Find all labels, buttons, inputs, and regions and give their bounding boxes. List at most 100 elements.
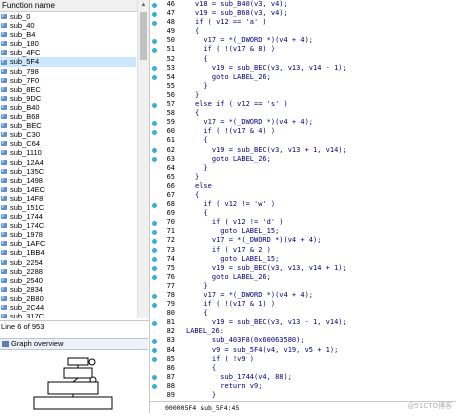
- breakpoint-dot-icon[interactable]: [152, 157, 157, 163]
- code-text[interactable]: v19 = sub_BEC(v3, v13 + 1, v14);: [179, 146, 347, 155]
- code-line[interactable]: 52 {: [150, 55, 456, 64]
- function-list-item[interactable]: sub_7F0: [0, 76, 136, 85]
- code-text[interactable]: }: [179, 173, 199, 182]
- code-text[interactable]: {: [179, 309, 207, 318]
- function-list-item[interactable]: sub_14EC: [0, 185, 136, 194]
- code-text[interactable]: {: [179, 136, 207, 145]
- code-text[interactable]: v17 = *(_DWORD *)(v4 + 4);: [179, 118, 313, 127]
- graph-overview-canvas[interactable]: [0, 350, 148, 413]
- code-text[interactable]: goto LABEL_26;: [179, 273, 271, 282]
- code-line[interactable]: 80 {: [150, 309, 456, 318]
- breakpoint-dot-icon[interactable]: [152, 129, 157, 135]
- function-list-item[interactable]: sub_40: [0, 21, 136, 30]
- function-list-item[interactable]: sub_1BB4: [0, 248, 136, 258]
- code-line[interactable]: 55 }: [150, 82, 456, 91]
- code-text[interactable]: }: [179, 391, 216, 400]
- code-line[interactable]: 68 if ( v12 != 'w' ): [150, 200, 456, 209]
- code-line[interactable]: 89 }: [150, 391, 456, 400]
- code-line[interactable]: 61 {: [150, 136, 456, 145]
- code-line[interactable]: 79 if ( !(v17 & 1) ): [150, 300, 456, 309]
- breakpoint-dot-icon[interactable]: [152, 293, 157, 299]
- code-line[interactable]: 85 if ( !v9 ): [150, 355, 456, 364]
- code-line[interactable]: 46 v18 = sub_B40(v3, v4);: [150, 0, 456, 9]
- breakpoint-dot-icon[interactable]: [152, 66, 157, 72]
- code-line[interactable]: 84 v9 = sub_5F4(v4, v19, v5 + 1);: [150, 346, 456, 355]
- code-text[interactable]: }: [179, 164, 207, 173]
- code-text[interactable]: return v9;: [179, 382, 262, 391]
- code-text[interactable]: if ( !v9 ): [179, 355, 254, 364]
- code-text[interactable]: if ( v12 != 'd' ): [179, 218, 284, 227]
- function-list-item[interactable]: sub_C30: [0, 130, 136, 139]
- breakpoint-dot-icon[interactable]: [152, 220, 157, 226]
- code-text[interactable]: if ( !(v17 & 4) ): [179, 127, 275, 136]
- code-line[interactable]: 82 LABEL_26:: [150, 327, 456, 336]
- code-text[interactable]: if ( v17 & 2 ): [179, 246, 271, 255]
- code-text[interactable]: if ( v12 != 'w' ): [179, 200, 275, 209]
- breakpoint-dot-icon[interactable]: [152, 248, 157, 254]
- code-line[interactable]: 77 }: [150, 282, 456, 291]
- code-text[interactable]: {: [179, 55, 207, 64]
- code-line[interactable]: 72 v17 = *(_DWORD *)(v4 + 4);: [150, 236, 456, 245]
- code-text[interactable]: if ( v12 == 'a' ): [179, 18, 267, 27]
- function-list-item[interactable]: sub_1110: [0, 148, 136, 158]
- code-text[interactable]: {: [179, 191, 199, 200]
- code-line[interactable]: 57 else if ( v12 == 's' ): [150, 100, 456, 109]
- function-list-item[interactable]: sub_2540: [0, 276, 136, 285]
- breakpoint-dot-icon[interactable]: [152, 202, 157, 208]
- breakpoint-dot-icon[interactable]: [152, 257, 157, 263]
- code-line[interactable]: 64 }: [150, 164, 456, 173]
- scroll-up-icon[interactable]: ▲: [138, 0, 149, 10]
- code-line[interactable]: 78 v17 = *(_DWORD *)(v4 + 4);: [150, 291, 456, 300]
- breakpoint-dot-icon[interactable]: [152, 38, 157, 44]
- code-text[interactable]: sub_1744(v4, 88);: [179, 373, 292, 382]
- function-list-item[interactable]: sub_14F8: [0, 194, 136, 203]
- function-list-item[interactable]: sub_B68: [0, 112, 136, 121]
- function-list[interactable]: sub_0sub_40sub_B4sub_180sub_4FCsub_5F4su…: [0, 12, 136, 318]
- code-text[interactable]: goto LABEL_15;: [179, 227, 279, 236]
- code-text[interactable]: v17 = *(_DWORD *)(v4 + 4);: [179, 36, 313, 45]
- function-list-item[interactable]: sub_317C: [0, 312, 136, 318]
- breakpoint-dot-icon[interactable]: [152, 75, 157, 81]
- code-text[interactable]: {: [179, 27, 199, 36]
- code-line[interactable]: 63 goto LABEL_26;: [150, 155, 456, 164]
- function-list-item[interactable]: sub_BEC: [0, 121, 136, 130]
- function-list-item[interactable]: sub_2B80: [0, 294, 136, 303]
- function-list-item[interactable]: sub_8EC: [0, 85, 136, 94]
- code-line[interactable]: 51 if ( !(v17 & 8) ): [150, 45, 456, 54]
- function-list-item[interactable]: sub_1978: [0, 230, 136, 239]
- code-line[interactable]: 67 {: [150, 191, 456, 200]
- code-text[interactable]: v18 = sub_B40(v3, v4);: [179, 0, 288, 9]
- code-line[interactable]: 76 goto LABEL_26;: [150, 273, 456, 282]
- breakpoint-dot-icon[interactable]: [152, 357, 157, 363]
- breakpoint-dot-icon[interactable]: [152, 47, 157, 53]
- code-line[interactable]: 66 else: [150, 182, 456, 191]
- breakpoint-dot-icon[interactable]: [152, 320, 157, 326]
- function-list-item[interactable]: sub_B40: [0, 103, 136, 112]
- code-line[interactable]: 54 goto LABEL_26;: [150, 73, 456, 82]
- function-list-item[interactable]: sub_9DC: [0, 94, 136, 103]
- code-text[interactable]: {: [179, 109, 199, 118]
- breakpoint-dot-icon[interactable]: [152, 266, 157, 272]
- breakpoint-dot-icon[interactable]: [152, 11, 157, 17]
- pseudocode-lines[interactable]: 46 v18 = sub_B40(v3, v4); 47 v19 = sub_B68(…: [150, 0, 456, 401]
- code-line[interactable]: 86 {: [150, 364, 456, 373]
- code-line[interactable]: 49 {: [150, 27, 456, 36]
- code-line[interactable]: 47 v19 = sub_B68(v3, v4);: [150, 9, 456, 18]
- code-text[interactable]: }: [179, 282, 207, 291]
- breakpoint-dot-icon[interactable]: [152, 384, 157, 390]
- code-text[interactable]: {: [179, 209, 207, 218]
- code-line[interactable]: 53 v19 = sub_BEC(v3, v13, v14 - 1);: [150, 64, 456, 73]
- breakpoint-dot-icon[interactable]: [152, 275, 157, 281]
- code-text[interactable]: else if ( v12 == 's' ): [179, 100, 288, 109]
- code-line[interactable]: 70 if ( v12 != 'd' ): [150, 218, 456, 227]
- function-list-item[interactable]: sub_2254: [0, 258, 136, 267]
- function-list-scrollbar[interactable]: ▲: [137, 0, 149, 318]
- code-line[interactable]: 48 if ( v12 == 'a' ): [150, 18, 456, 27]
- code-line[interactable]: 71 goto LABEL_15;: [150, 227, 456, 236]
- code-text[interactable]: else: [179, 182, 212, 191]
- breakpoint-dot-icon[interactable]: [152, 120, 157, 126]
- function-list-item[interactable]: sub_2834: [0, 285, 136, 294]
- code-text[interactable]: v17 = *(_DWORD *)(v4 + 4);: [179, 236, 322, 245]
- code-text[interactable]: if ( !(v17 & 1) ): [179, 300, 275, 309]
- code-line[interactable]: 81 v19 = sub_BEC(v3, v13 - 1, v14);: [150, 318, 456, 327]
